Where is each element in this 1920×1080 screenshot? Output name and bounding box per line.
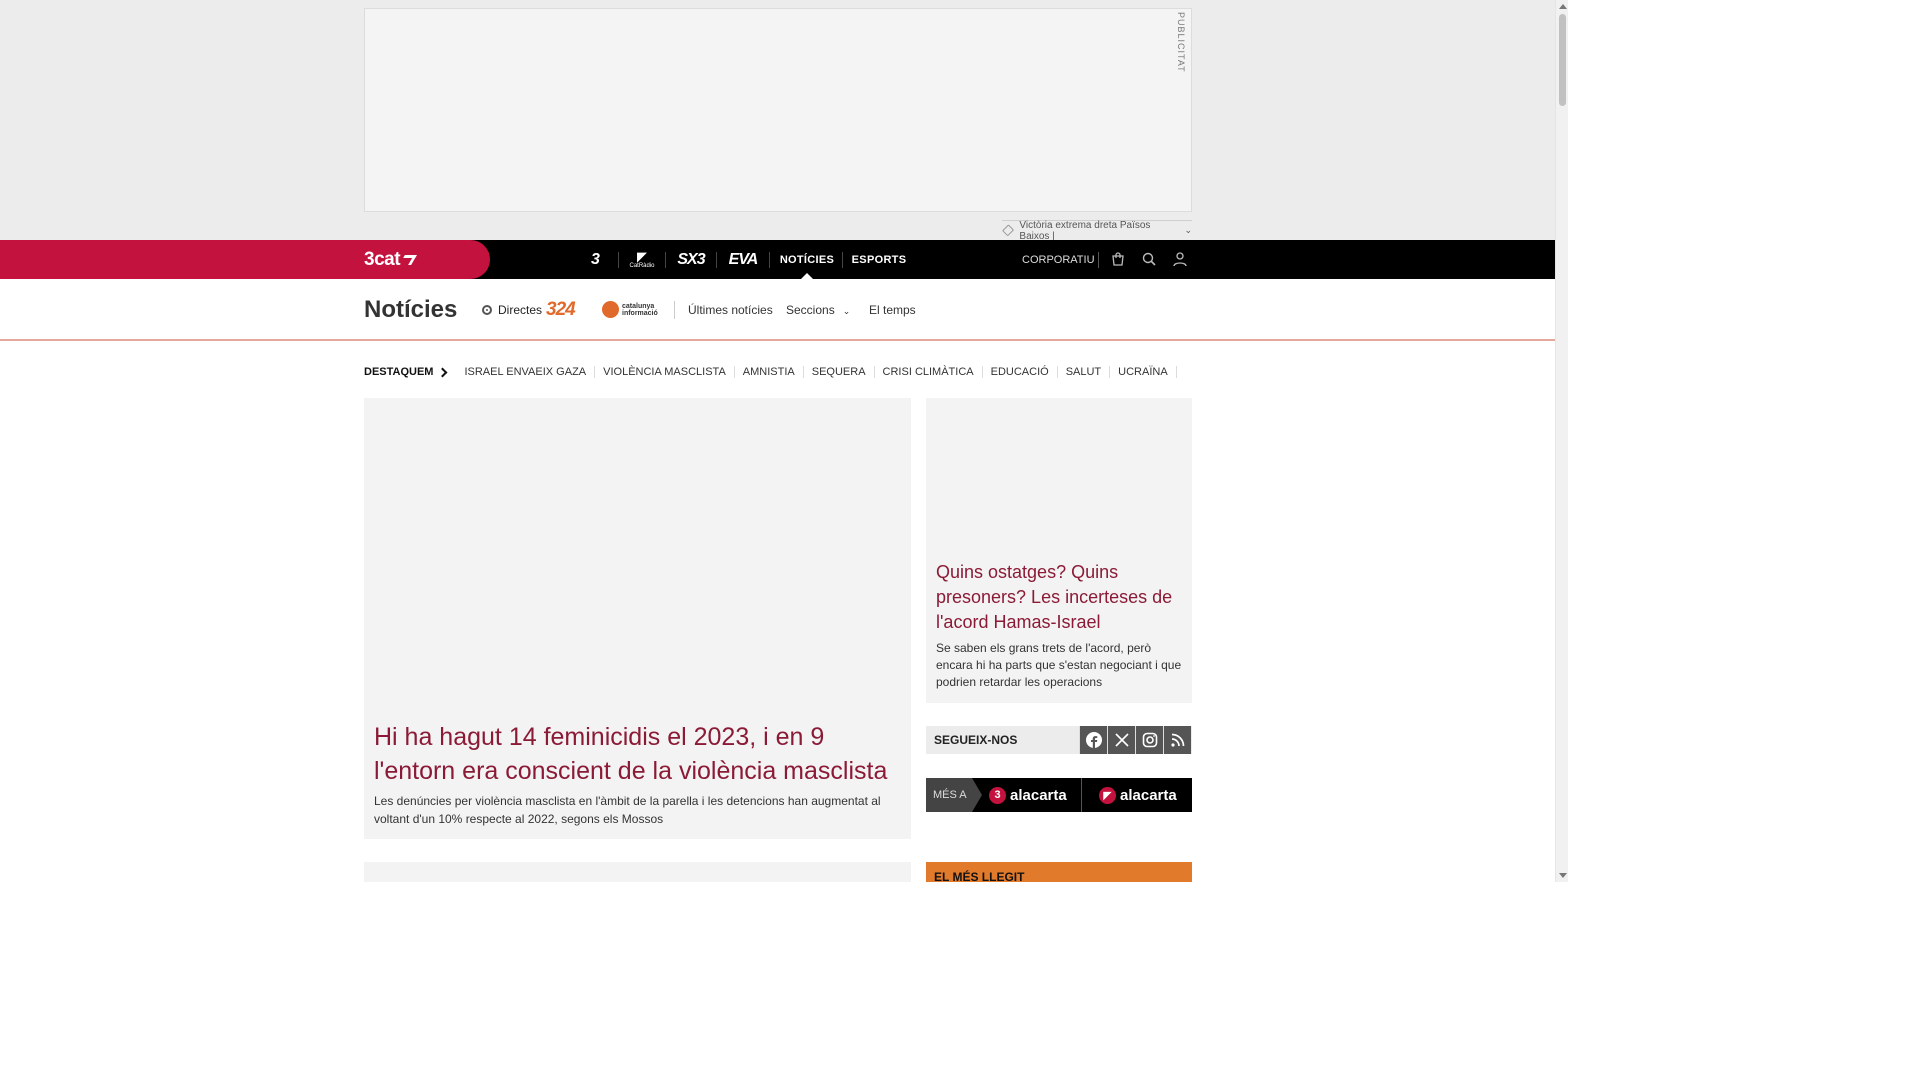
- divider: [618, 252, 619, 268]
- live-label: Directes: [498, 303, 543, 317]
- channel-tv3[interactable]: 3: [580, 240, 610, 279]
- divider: [1098, 252, 1099, 268]
- more-on-alacarta: MÉS A 3 alacarta ◤ alacarta: [926, 778, 1192, 812]
- chevron-right-icon[interactable]: [438, 367, 448, 377]
- logo-324[interactable]: 324: [546, 299, 576, 321]
- channel-tv3-label: 3: [591, 250, 600, 268]
- ad-label: PUBLICITAT: [1176, 12, 1186, 73]
- divider: [665, 252, 666, 268]
- section-title[interactable]: Notícies: [364, 296, 457, 324]
- divider: [1081, 778, 1082, 812]
- divider: [674, 301, 675, 319]
- article-card[interactable]: [364, 862, 911, 882]
- channel-catradio[interactable]: ◤ CatRàdio: [626, 240, 658, 279]
- topic-link[interactable]: VIOLÈNCIA MASCLISTA: [595, 366, 735, 378]
- tv3-alacarta-link[interactable]: 3 alacarta: [989, 778, 1067, 812]
- catradio-alacarta-label: alacarta: [1120, 786, 1177, 804]
- catinfo-line1: catalunya: [622, 302, 655, 310]
- topic-link[interactable]: AMNISTIA: [735, 366, 804, 378]
- topic-link[interactable]: CRISI CLIMÀTICA: [875, 366, 983, 378]
- logo-324-text: 324: [546, 299, 576, 320]
- x-icon[interactable]: [1107, 726, 1135, 754]
- brand-text: 3cat: [364, 249, 401, 270]
- instagram-icon[interactable]: [1135, 726, 1163, 754]
- most-read-label: EL MÉS LLEGIT: [934, 870, 1025, 882]
- tag-icon: [1002, 224, 1015, 237]
- channel-catradio-label: CatRàdio: [629, 262, 655, 269]
- highlight-topics: DESTAQUEM ISRAEL ENVAEIX GAZA VIOLÈNCIA …: [364, 364, 1177, 380]
- nav-esports-label: ESPORTS: [851, 253, 907, 266]
- topic-link[interactable]: EDUCACIÓ: [983, 366, 1058, 378]
- link-seccions[interactable]: Seccions ⌄: [786, 303, 850, 317]
- ad-band: PUBLICITAT Victòria extrema dreta Països…: [0, 0, 1555, 242]
- page: PUBLICITAT Victòria extrema dreta Països…: [0, 0, 1568, 882]
- lead-article-title[interactable]: Hi ha hagut 14 feminicidis el 2023, i en…: [374, 720, 894, 788]
- side-article-title[interactable]: Quins ostatges? Quins presoners? Les inc…: [936, 560, 1182, 635]
- side-article-summary: Se saben els grans trets de l'acord, per…: [936, 641, 1182, 689]
- live-link[interactable]: Directes: [482, 303, 542, 317]
- trending-bar[interactable]: Victòria extrema dreta Països Baixos | ⌄: [1002, 220, 1192, 242]
- channel-sx3[interactable]: SX3: [672, 240, 710, 279]
- catradio-alacarta-link[interactable]: ◤ alacarta: [1099, 778, 1177, 812]
- follow-us: SEGUEIX-NOS: [926, 726, 1192, 754]
- nav-esports[interactable]: ESPORTS: [852, 240, 906, 279]
- trending-text[interactable]: Victòria extrema dreta Països Baixos |: [1019, 220, 1174, 242]
- catinfo-line2: informació: [622, 309, 658, 317]
- more-on-label: MÉS A: [926, 778, 982, 812]
- scroll-thumb[interactable]: [1559, 14, 1566, 106]
- scroll-down-icon[interactable]: [1559, 873, 1567, 878]
- catinfo-mark-icon: [602, 301, 619, 318]
- lead-article[interactable]: Hi ha hagut 14 feminicidis el 2023, i en…: [364, 398, 911, 839]
- catinfo-text: catalunya informació: [622, 303, 658, 317]
- chevron-down-icon: ⌄: [842, 306, 851, 316]
- user-icon[interactable]: [1172, 251, 1188, 267]
- topic-link[interactable]: UCRAÏNA: [1110, 366, 1177, 378]
- nav-corporatiu[interactable]: CORPORATIU: [1022, 240, 1095, 279]
- nav-noticies-label: NOTÍCIES: [779, 253, 835, 266]
- divider: [769, 252, 770, 268]
- channel-eva-label: EVA: [728, 250, 759, 268]
- channel-sx3-label: SX3: [677, 250, 705, 268]
- lead-article-image[interactable]: [364, 398, 911, 714]
- shopping-bag-icon[interactable]: [1110, 251, 1126, 267]
- scroll-up-icon[interactable]: [1559, 4, 1567, 9]
- logo-catalunya-informacio[interactable]: catalunya informació: [602, 301, 658, 318]
- brand-slab: [0, 240, 490, 279]
- brand-logo[interactable]: 3cat: [364, 249, 417, 271]
- link-el-temps[interactable]: El temps: [869, 303, 916, 317]
- tv3-alacarta-label: alacarta: [1010, 786, 1067, 804]
- link-ultimes-noticies[interactable]: Últimes notícies: [688, 303, 773, 317]
- catradio-icon: ◤: [1099, 786, 1116, 804]
- side-article[interactable]: Quins ostatges? Quins presoners? Les inc…: [926, 398, 1192, 703]
- highlight-label[interactable]: DESTAQUEM: [364, 366, 433, 378]
- live-icon: [482, 305, 492, 315]
- rss-icon[interactable]: [1163, 726, 1191, 754]
- scrollbar[interactable]: [1555, 0, 1568, 882]
- divider: [842, 252, 843, 268]
- divider: [716, 252, 717, 268]
- channel-eva[interactable]: EVA: [724, 240, 762, 279]
- section-nav: Notícies Directes 324 catalunya informaci…: [0, 279, 1555, 341]
- topic-link[interactable]: SEQUERA: [804, 366, 875, 378]
- topic-link[interactable]: ISRAEL ENVAEIX GAZA: [456, 366, 596, 378]
- top-nav: 3cat 3 ◤ CatRàdio SX3 EVA NOTÍCIES ESPOR…: [0, 240, 1555, 279]
- topic-link[interactable]: SALUT: [1058, 366, 1111, 378]
- nav-noticies[interactable]: NOTÍCIES: [778, 240, 836, 279]
- tv3-icon: 3: [989, 786, 1006, 804]
- facebook-icon[interactable]: [1079, 726, 1107, 754]
- wing-icon: ◤: [637, 248, 647, 264]
- link-seccions-label: Seccions: [786, 303, 835, 317]
- ad-slot[interactable]: [364, 8, 1192, 212]
- search-icon[interactable]: [1141, 251, 1157, 267]
- follow-label: SEGUEIX-NOS: [934, 733, 1018, 747]
- most-read: EL MÉS LLEGIT: [926, 862, 1192, 882]
- chevron-down-icon[interactable]: ⌄: [1184, 225, 1192, 236]
- lead-article-summary: Les denúncies per violència masclista en…: [374, 794, 881, 826]
